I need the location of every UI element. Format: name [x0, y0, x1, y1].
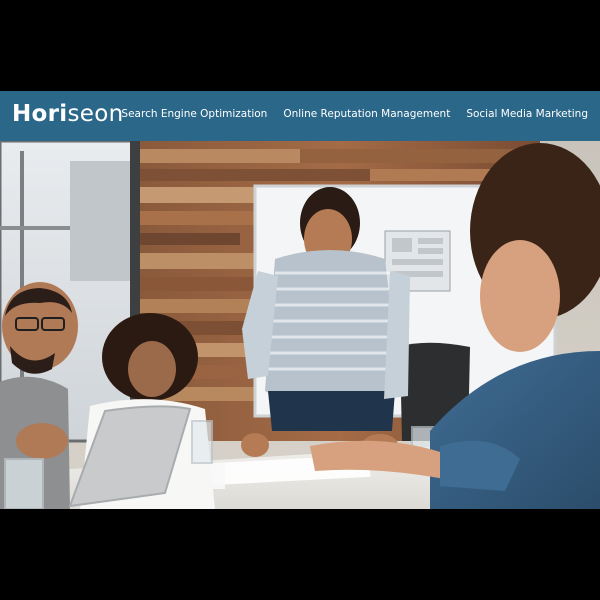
website-viewport: Horiseon Search Engine Optimization Onli… [0, 91, 600, 509]
main-nav: Search Engine Optimization Online Reputa… [121, 108, 588, 120]
nav-link-search-engine-optimization[interactable]: Search Engine Optimization [121, 108, 267, 120]
logo-text-primary: Hori [12, 101, 68, 127]
logo-text-secondary: seon [67, 101, 124, 127]
nav-link-online-reputation-management[interactable]: Online Reputation Management [283, 108, 450, 120]
site-header: Horiseon Search Engine Optimization Onli… [0, 91, 600, 141]
page-frame: Horiseon Search Engine Optimization Onli… [0, 0, 600, 600]
hero-image [0, 141, 600, 509]
site-logo[interactable]: Horiseon [12, 101, 123, 127]
nav-link-social-media-marketing[interactable]: Social Media Marketing [466, 108, 588, 120]
hero-photo-illustration [0, 141, 600, 509]
